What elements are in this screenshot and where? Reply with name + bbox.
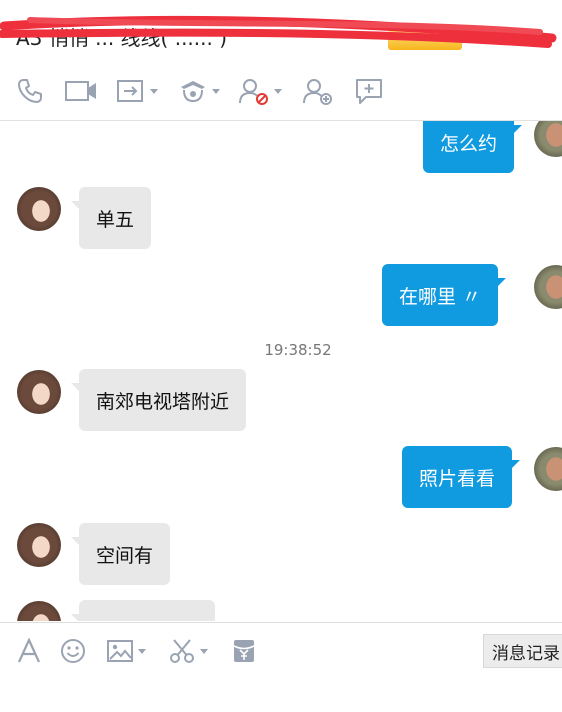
message-list[interactable]: 怎么约 单五 在哪里 〃 19:38:52 南郊电视塔附近 照片看看 空间有 <box>0 121 562 621</box>
chevron-down-icon <box>274 88 282 94</box>
feedback-icon <box>356 79 382 104</box>
video-camera-icon <box>65 81 96 101</box>
top-toolbar <box>0 62 562 121</box>
message-timestamp: 19:38:52 <box>264 341 332 359</box>
message-bubble-outgoing[interactable]: 在哪里 〃 <box>382 264 507 326</box>
red-packet-icon <box>233 640 255 662</box>
block-contact-icon <box>239 79 268 105</box>
avatar[interactable] <box>534 121 562 157</box>
redaction-scribble <box>0 15 557 48</box>
image-icon <box>107 640 133 662</box>
phone-icon <box>18 79 42 103</box>
avatar[interactable] <box>17 187 61 231</box>
feedback-button[interactable] <box>354 74 384 108</box>
add-friend-icon <box>303 79 332 105</box>
message-bubble-incoming[interactable] <box>71 600 215 621</box>
screenshot-scissors-icon <box>170 639 194 663</box>
file-transfer-button[interactable] <box>116 74 158 108</box>
chevron-down-icon <box>138 648 146 654</box>
message-bubble-incoming[interactable]: 南郊电视塔附近 <box>70 369 247 431</box>
message-bubble-incoming[interactable]: 单五 <box>70 187 152 249</box>
message-bubble-outgoing[interactable]: 照片看看 <box>402 446 521 508</box>
avatar[interactable] <box>17 601 61 621</box>
emoji-icon <box>61 639 85 663</box>
avatar[interactable] <box>17 370 61 414</box>
video-call-button[interactable] <box>64 74 98 108</box>
avatar[interactable] <box>534 447 562 491</box>
app-store-button[interactable] <box>178 74 220 108</box>
app-store-icon <box>181 81 205 103</box>
screenshot-button[interactable] <box>168 637 208 665</box>
message-bubble-outgoing[interactable]: 怎么约 <box>423 121 523 173</box>
avatar[interactable] <box>534 265 562 309</box>
message-input[interactable] <box>0 679 562 712</box>
block-contact-button[interactable] <box>238 74 282 108</box>
add-friend-button[interactable] <box>302 74 334 108</box>
chat-window: A3 悄悄 ... 线线( ...... ) ★ 怎么约 单五 在哪里 〃 19… <box>0 0 562 712</box>
font-button[interactable] <box>16 637 42 665</box>
file-transfer-icon <box>117 80 143 102</box>
input-toolbar: 消息记录 <box>0 622 562 679</box>
voice-call-button[interactable] <box>16 74 44 108</box>
emoji-button[interactable] <box>60 637 86 665</box>
message-history-button[interactable]: 消息记录 <box>483 634 562 668</box>
red-packet-button[interactable] <box>232 637 256 665</box>
font-icon <box>17 638 41 663</box>
message-bubble-incoming[interactable]: 空间有 <box>70 523 171 585</box>
title-bar: A3 悄悄 ... 线线( ...... ) ★ <box>0 0 562 60</box>
image-button[interactable] <box>106 637 146 665</box>
chevron-down-icon <box>150 88 158 94</box>
avatar[interactable] <box>17 523 61 567</box>
chevron-down-icon <box>212 88 220 94</box>
chevron-down-icon <box>200 648 208 654</box>
